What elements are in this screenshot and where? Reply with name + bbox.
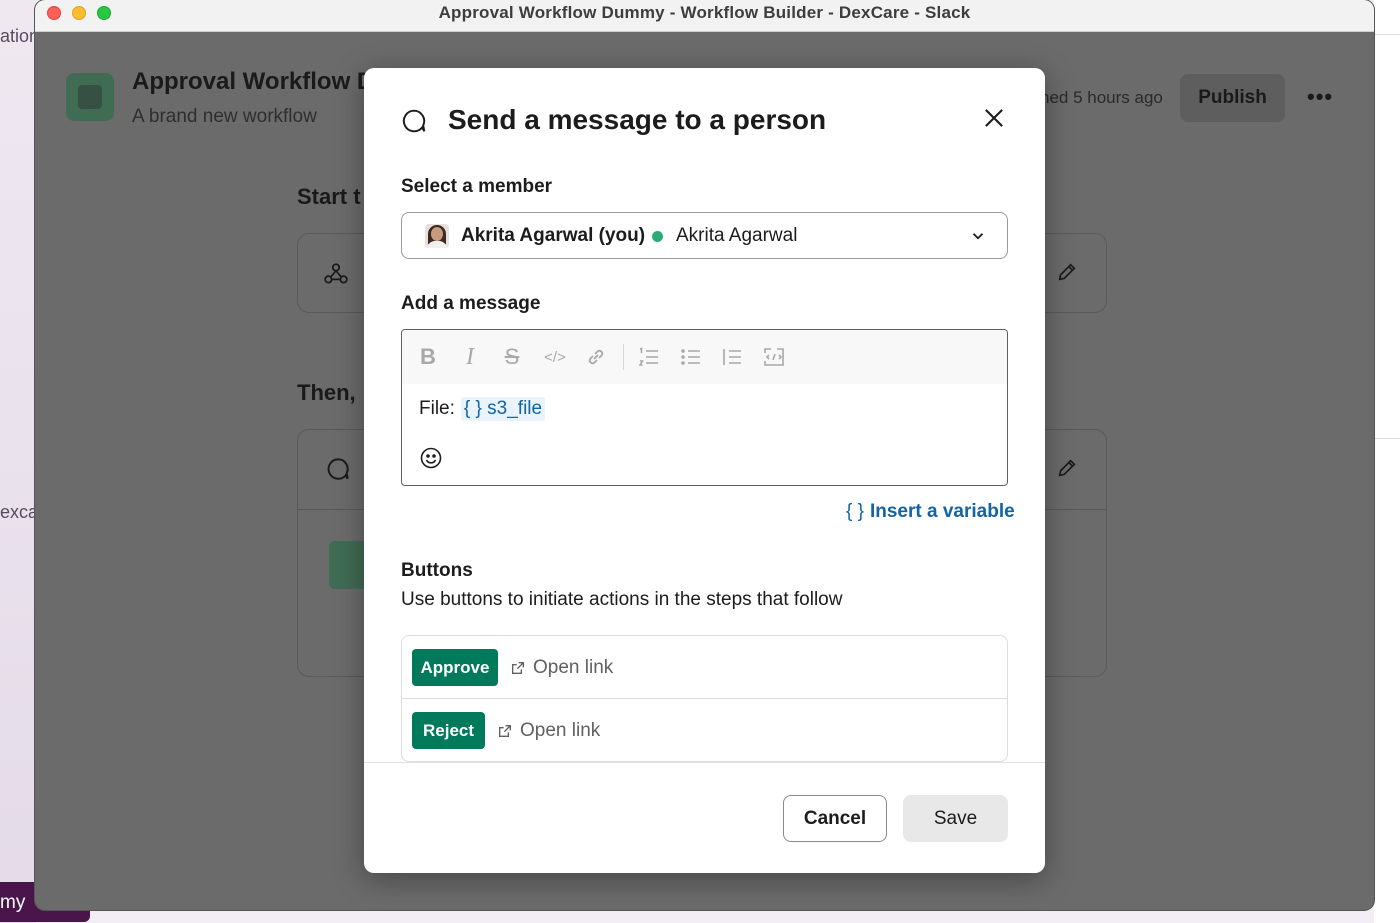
insert-variable-label: Insert a variable	[869, 501, 1015, 522]
code-block-icon[interactable]	[762, 344, 786, 370]
close-icon[interactable]	[980, 104, 1008, 132]
emoji-icon[interactable]	[419, 446, 443, 470]
presence-active-icon	[652, 231, 663, 242]
bold-icon[interactable]: B	[416, 344, 440, 370]
select-member-label: Select a member	[401, 176, 553, 197]
member-select[interactable]: Akrita Agarwal (you) Akrita Agarwal	[401, 212, 1008, 259]
bullet-list-icon[interactable]	[679, 344, 703, 370]
workflow-icon	[66, 73, 114, 121]
message-text: File:	[419, 398, 455, 419]
avatar	[425, 224, 449, 248]
background-sidebar-text: ation	[0, 26, 40, 46]
divider	[1374, 34, 1400, 35]
edit-pencil-icon[interactable]	[1056, 457, 1078, 479]
title-bar: Approval Workflow Dummy - Workflow Build…	[35, 0, 1374, 32]
open-link[interactable]: Open link	[510, 657, 613, 679]
approve-button[interactable]: Approve	[412, 649, 498, 686]
start-section-heading: Start t	[297, 184, 361, 209]
ordered-list-icon[interactable]	[637, 344, 661, 370]
then-section-heading: Then,	[297, 380, 356, 405]
more-options-button[interactable]: •••	[1307, 84, 1333, 110]
external-link-icon	[499, 725, 511, 737]
member-display-name: Akrita Agarwal	[676, 225, 798, 246]
add-message-label: Add a message	[401, 293, 541, 314]
open-link-label: Open link	[520, 720, 601, 741]
message-content: File: { } s3_file	[419, 397, 546, 421]
buttons-section-label: Buttons	[401, 560, 473, 581]
variable-braces-icon: { }	[846, 501, 864, 522]
open-link[interactable]: Open link	[497, 720, 600, 742]
message-bubble-icon	[402, 109, 426, 133]
external-link-icon	[512, 662, 524, 674]
reject-button[interactable]: Reject	[412, 712, 485, 749]
variable-chip[interactable]: { } s3_file	[460, 397, 546, 421]
code-icon[interactable]: </>	[540, 344, 570, 370]
buttons-description: Use buttons to initiate actions in the s…	[401, 589, 843, 610]
divider	[1374, 438, 1400, 439]
buttons-list: Approve Open link Reject Open link	[401, 635, 1008, 762]
link-icon[interactable]	[584, 344, 608, 370]
workflow-bot-avatar	[329, 541, 369, 589]
send-message-modal: Send a message to a person Select a memb…	[364, 68, 1045, 873]
italic-icon[interactable]: I	[458, 344, 482, 370]
webhook-icon	[324, 263, 348, 284]
publish-button[interactable]: Publish	[1180, 74, 1285, 122]
background-right-panel	[1374, 0, 1400, 923]
workflow-subtitle: A brand new workflow	[132, 106, 317, 127]
edit-pencil-icon[interactable]	[1056, 261, 1078, 283]
divider	[402, 698, 1007, 699]
save-button[interactable]: Save	[903, 795, 1008, 842]
window-title: Approval Workflow Dummy - Workflow Build…	[438, 3, 971, 22]
background-sidebar-text: my	[0, 892, 26, 913]
divider	[364, 762, 1045, 763]
modal-title: Send a message to a person	[448, 104, 827, 135]
insert-variable-link[interactable]: { } Insert a variable	[846, 501, 1015, 523]
strikethrough-icon[interactable]: S	[500, 344, 524, 370]
open-link-label: Open link	[533, 657, 614, 678]
background-sidebar	[0, 0, 36, 923]
member-name: Akrita Agarwal (you)	[461, 225, 646, 246]
chevron-down-icon	[972, 233, 984, 240]
message-editor[interactable]: B I S </> File: { } s3_file	[401, 329, 1008, 486]
published-status: hed 5 hours ago	[1040, 88, 1163, 107]
formatting-toolbar: B I S </>	[402, 330, 1007, 384]
workflow-title: Approval Workflow D	[132, 68, 375, 95]
message-bubble-icon	[327, 458, 349, 480]
toolbar-separator	[623, 344, 624, 370]
cancel-button[interactable]: Cancel	[783, 795, 887, 842]
blockquote-icon[interactable]	[720, 344, 744, 370]
